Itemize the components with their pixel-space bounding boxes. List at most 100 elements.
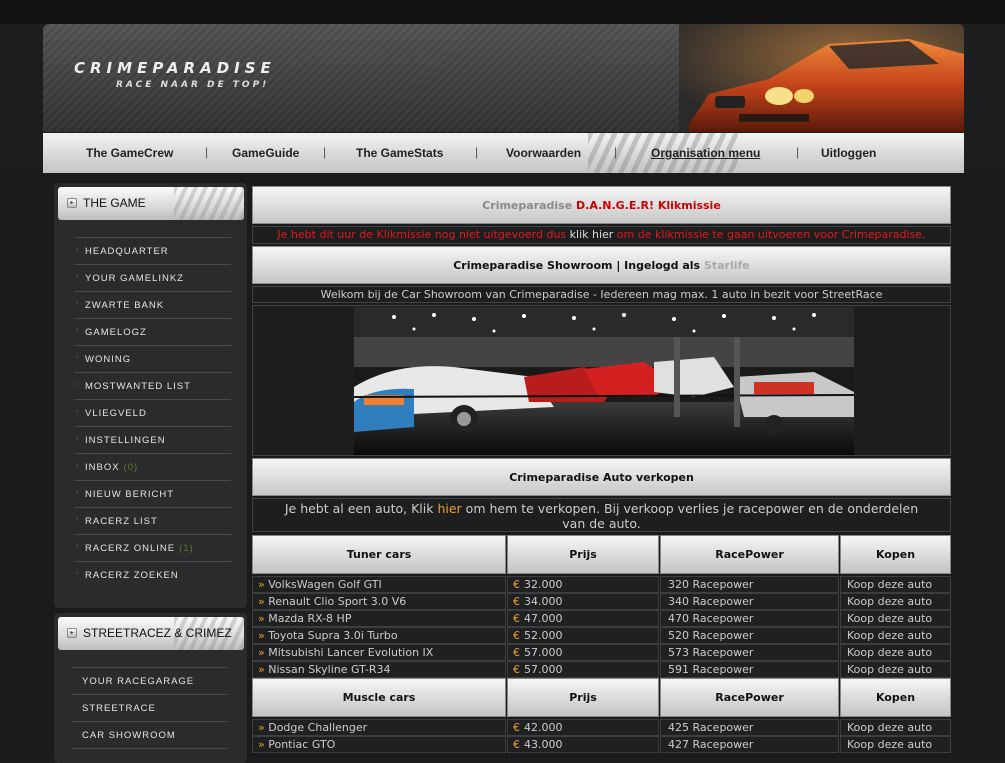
car-name: Mitsubishi Lancer Evolution IX bbox=[268, 646, 434, 659]
sidebar-item-label: NIEUW BERICHT bbox=[85, 489, 174, 500]
buy-car-link[interactable]: Koop deze auto bbox=[847, 646, 932, 659]
car-name-cell: » Mazda RX-8 HP bbox=[252, 610, 506, 627]
nav-gameguide[interactable]: GameGuide bbox=[232, 146, 299, 160]
arrow-icon: » bbox=[258, 595, 265, 608]
table-row: » Nissan Skyline GT-R34 €57.000 591 Racepo… bbox=[252, 661, 951, 678]
buy-car-link[interactable]: Koop deze auto bbox=[847, 578, 932, 591]
sidebar-game-title: THE GAME bbox=[83, 196, 146, 210]
car-power-cell: 591 Racepower bbox=[660, 661, 839, 678]
car-power-cell: 573 Racepower bbox=[660, 644, 839, 661]
sidebar-item-vliegveld[interactable]: › VLIEGVELD bbox=[75, 400, 231, 427]
sell-message: Je hebt al een auto, Klik hier om hem te… bbox=[252, 498, 951, 532]
car-power: 470 Racepower bbox=[668, 612, 754, 625]
sidebar-item-gamelinkz[interactable]: › YOUR GAMELINKZ bbox=[75, 265, 231, 292]
bullet-icon: › bbox=[76, 489, 80, 496]
sidebar-item-headquarter[interactable]: › HEADQUARTER bbox=[75, 238, 231, 265]
tuner-col-buy: Kopen bbox=[840, 535, 951, 574]
sidebar-item-nieuw-bericht[interactable]: › NIEUW BERICHT bbox=[75, 481, 231, 508]
nav-uitloggen[interactable]: Uitloggen bbox=[821, 146, 876, 160]
bullet-icon: › bbox=[76, 408, 80, 415]
sidebar-item-label: HEADQUARTER bbox=[85, 246, 169, 257]
nav-voorwaarden[interactable]: Voorwaarden bbox=[506, 146, 581, 160]
sidebar-item-label: RACERZ ZOEKEN bbox=[85, 570, 179, 581]
buy-car-link[interactable]: Koop deze auto bbox=[847, 612, 932, 625]
tuner-col-name: Tuner cars bbox=[252, 535, 506, 574]
table-row: » Toyota Supra 3.0i Turbo €52.000 520 Race… bbox=[252, 627, 951, 644]
sidebar-game-header: ▸ THE GAME bbox=[58, 187, 244, 220]
tuner-col-power: RacePower bbox=[660, 535, 839, 574]
sidebar-item-label: YOUR GAMELINKZ bbox=[85, 273, 184, 284]
sidebar-item-streetrace[interactable]: STREETRACE bbox=[71, 695, 227, 722]
top-strip bbox=[0, 0, 1005, 24]
muscle-col-buy: Kopen bbox=[840, 678, 951, 717]
sidebar-item-woning[interactable]: › WONING bbox=[75, 346, 231, 373]
buy-car-link[interactable]: Koop deze auto bbox=[847, 738, 932, 751]
euro-icon: € bbox=[513, 646, 520, 659]
site-logo[interactable]: CRIMEPARADISE bbox=[74, 59, 276, 77]
bullet-icon: › bbox=[76, 354, 80, 361]
nav-gamestats[interactable]: The GameStats bbox=[356, 146, 443, 160]
car-power-cell: 340 Racepower bbox=[660, 593, 839, 610]
online-count: (1) bbox=[179, 543, 194, 554]
car-power-cell: 520 Racepower bbox=[660, 627, 839, 644]
sidebar-tread-decor bbox=[174, 187, 244, 220]
nav-gamecrew[interactable]: The GameCrew bbox=[86, 146, 173, 160]
sidebar-item-label: STREETRACE bbox=[82, 703, 156, 714]
car-price: 52.000 bbox=[524, 629, 563, 642]
sidebar-item-racerz-list[interactable]: › RACERZ LIST bbox=[75, 508, 231, 535]
sidebar-item-racegarage[interactable]: YOUR RACEGARAGE bbox=[71, 668, 227, 695]
nav-organisation-menu[interactable]: Organisation menu bbox=[651, 146, 760, 160]
table-row: » VolksWagen Golf GTI €32.000 320 Racepowe… bbox=[252, 576, 951, 593]
sidebar-item-car-showroom[interactable]: CAR SHOWROOM bbox=[71, 722, 227, 749]
car-price-cell: €57.000 bbox=[507, 644, 659, 661]
banner-car-image bbox=[679, 24, 964, 132]
buy-cell: Koop deze auto bbox=[840, 736, 951, 753]
buy-car-link[interactable]: Koop deze auto bbox=[847, 595, 932, 608]
car-name-cell: » Toyota Supra 3.0i Turbo bbox=[252, 627, 506, 644]
buy-cell: Koop deze auto bbox=[840, 644, 951, 661]
sidebar-item-inbox[interactable]: › INBOX (0) bbox=[75, 454, 231, 481]
car-name-cell: » VolksWagen Golf GTI bbox=[252, 576, 506, 593]
euro-icon: € bbox=[513, 629, 520, 642]
logged-in-user[interactable]: Starlife bbox=[704, 259, 750, 272]
sidebar-item-label: MOSTWANTED LIST bbox=[85, 381, 191, 392]
sidebar-item-label: VLIEGVELD bbox=[85, 408, 147, 419]
car-price-cell: €52.000 bbox=[507, 627, 659, 644]
bullet-icon: ▸ bbox=[67, 628, 77, 638]
arrow-icon: » bbox=[258, 721, 265, 734]
car-power: 520 Racepower bbox=[668, 629, 754, 642]
sell-link[interactable]: hier bbox=[437, 501, 461, 516]
buy-cell: Koop deze auto bbox=[840, 661, 951, 678]
arrow-icon: » bbox=[258, 612, 265, 625]
sidebar-item-mostwanted[interactable]: › MOSTWANTED LIST bbox=[75, 373, 231, 400]
buy-cell: Koop deze auto bbox=[840, 627, 951, 644]
showroom-title: Crimeparadise Showroom | Ingelogd als bbox=[453, 259, 701, 272]
muscle-col-power: RacePower bbox=[660, 678, 839, 717]
sidebar-item-instellingen[interactable]: › INSTELLINGEN bbox=[75, 427, 231, 454]
car-price: 32.000 bbox=[524, 578, 563, 591]
buy-cell: Koop deze auto bbox=[840, 719, 951, 736]
bullet-icon: › bbox=[76, 462, 80, 469]
nav-separator: | bbox=[205, 145, 209, 159]
buy-car-link[interactable]: Koop deze auto bbox=[847, 721, 932, 734]
sidebar-item-racerz-zoeken[interactable]: › RACERZ ZOEKEN bbox=[75, 562, 231, 588]
table-row: » Renault Clio Sport 3.0 V6 €34.000 340 Ra… bbox=[252, 593, 951, 610]
klikmissie-title: D.A.N.G.E.R! Klikmissie bbox=[576, 199, 721, 212]
car-name: Dodge Challenger bbox=[268, 721, 368, 734]
sidebar-item-label: RACERZ LIST bbox=[85, 516, 158, 527]
arrow-icon: » bbox=[258, 646, 265, 659]
klikmissie-title-prefix: Crimeparadise bbox=[482, 199, 573, 212]
klikmissie-link[interactable]: klik hier bbox=[570, 228, 614, 241]
sidebar-item-gamelogz[interactable]: › GAMELOGZ bbox=[75, 319, 231, 346]
sidebar-item-zwarte-bank[interactable]: › ZWARTE BANK bbox=[75, 292, 231, 319]
buy-cell: Koop deze auto bbox=[840, 576, 951, 593]
buy-cell: Koop deze auto bbox=[840, 593, 951, 610]
car-power: 340 Racepower bbox=[668, 595, 754, 608]
car-power-cell: 427 Racepower bbox=[660, 736, 839, 753]
buy-car-link[interactable]: Koop deze auto bbox=[847, 663, 932, 676]
car-name: VolksWagen Golf GTI bbox=[268, 578, 382, 591]
car-name: Renault Clio Sport 3.0 V6 bbox=[268, 595, 407, 608]
sidebar-item-racerz-online[interactable]: › RACERZ ONLINE (1) bbox=[75, 535, 231, 562]
buy-car-link[interactable]: Koop deze auto bbox=[847, 629, 932, 642]
site-slogan: RACE NAAR DE TOP! bbox=[116, 80, 270, 90]
